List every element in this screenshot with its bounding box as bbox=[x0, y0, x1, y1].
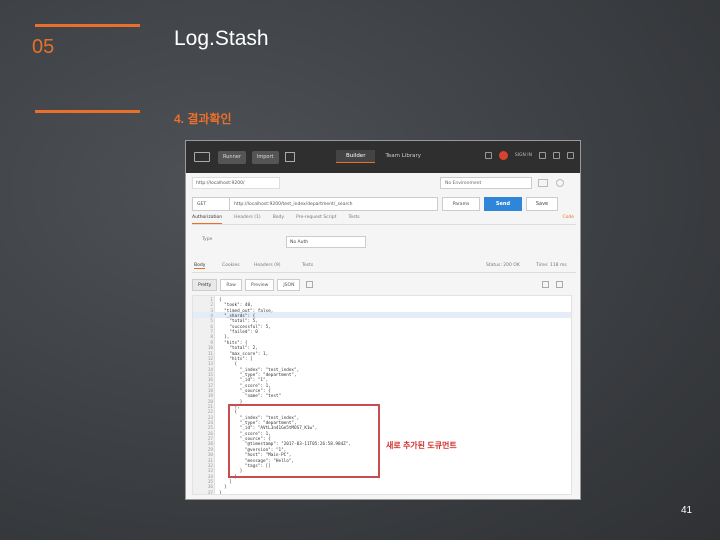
raw-button[interactable]: Raw bbox=[220, 279, 242, 291]
line-number: 10 bbox=[207, 346, 213, 352]
code-line: "_index": "test_index", bbox=[219, 367, 300, 373]
copy-icon[interactable] bbox=[542, 281, 549, 288]
sync-status-icon[interactable] bbox=[498, 151, 508, 160]
heart-icon[interactable] bbox=[567, 152, 574, 159]
code-line: "max_score": 1, bbox=[219, 351, 269, 357]
tab-tests[interactable]: Tests bbox=[348, 215, 359, 224]
line-number: 37 bbox=[207, 490, 213, 495]
pretty-button[interactable]: Pretty bbox=[192, 279, 218, 291]
line-number: 16 bbox=[207, 378, 213, 384]
params-button[interactable]: Params bbox=[442, 197, 480, 211]
line-number: 3 bbox=[210, 308, 213, 314]
code-line: "took": 48, bbox=[219, 303, 253, 309]
line-number: 6 bbox=[210, 324, 213, 330]
code-line: } bbox=[219, 485, 227, 491]
request-row: GET http://localhost:9200/test_index/dep… bbox=[192, 197, 576, 211]
method-select[interactable]: GET bbox=[192, 197, 230, 211]
search-icon[interactable] bbox=[556, 281, 563, 288]
line-number: 22 bbox=[207, 410, 213, 416]
line-number: 28 bbox=[207, 442, 213, 448]
request-tabs: Authorization Headers (1) Body Pre-reque… bbox=[192, 215, 576, 225]
response-tab-cookies[interactable]: Cookies bbox=[222, 263, 240, 268]
auth-type-label: Type bbox=[202, 237, 213, 242]
environment-gear-icon[interactable] bbox=[556, 179, 564, 187]
settings-icon[interactable] bbox=[539, 152, 546, 159]
tab-team-library[interactable]: Team Library bbox=[375, 150, 431, 163]
line-number: 20 bbox=[207, 399, 213, 405]
line-number: 34 bbox=[207, 474, 213, 480]
tab-authorization[interactable]: Authorization bbox=[192, 215, 223, 224]
response-tab-headers[interactable]: Headers (9) bbox=[254, 263, 281, 268]
line-number: 14 bbox=[207, 367, 213, 373]
new-tab-icon[interactable] bbox=[284, 152, 295, 162]
mid-accent-line bbox=[35, 110, 140, 113]
line-number: 13 bbox=[207, 362, 213, 368]
code-line: { bbox=[219, 362, 238, 368]
line-number: 5 bbox=[210, 319, 213, 325]
line-number: 11 bbox=[207, 351, 213, 357]
runner-button[interactable]: Runner bbox=[218, 150, 246, 164]
send-button[interactable]: Send bbox=[484, 197, 522, 211]
code-link[interactable]: Code bbox=[562, 215, 574, 220]
tab-pre-request-script[interactable]: Pre-request Script bbox=[296, 215, 336, 224]
response-tabs: Body Cookies Headers (9) Tests Status: 2… bbox=[192, 263, 576, 273]
tab-builder[interactable]: Builder bbox=[336, 150, 376, 163]
app-toolbar: Runner Import Builder Team Library SIGN … bbox=[186, 141, 580, 173]
code-line: "total": 2, bbox=[219, 346, 258, 352]
view-switcher: Builder Team Library bbox=[336, 150, 431, 163]
response-status: Status: 200 OK bbox=[486, 263, 520, 268]
line-number: 19 bbox=[207, 394, 213, 400]
slide-title: Log.Stash bbox=[174, 27, 269, 50]
preview-button[interactable]: Preview bbox=[244, 279, 275, 291]
code-line: "_score": 1, bbox=[219, 383, 271, 389]
line-number: 25 bbox=[207, 426, 213, 432]
code-line: } bbox=[219, 490, 222, 495]
line-number: 2 bbox=[210, 303, 213, 309]
notifications-icon[interactable] bbox=[553, 152, 560, 159]
annotation-label: 새로 추가된 도큐먼트 bbox=[386, 441, 457, 450]
code-line: "successful": 5, bbox=[219, 324, 271, 330]
top-accent-line bbox=[35, 24, 140, 27]
line-number: 26 bbox=[207, 431, 213, 437]
response-tab-body[interactable]: Body bbox=[194, 263, 206, 269]
code-line: "total": 5, bbox=[219, 319, 258, 325]
auth-type-select[interactable]: No Auth bbox=[286, 236, 366, 248]
toolbar-right: SIGN IN bbox=[484, 151, 574, 160]
code-line: }, bbox=[219, 335, 230, 341]
line-number: 30 bbox=[207, 453, 213, 459]
sidebar-toggle-icon[interactable] bbox=[194, 152, 210, 162]
slide-subtitle: 4. 결과확인 bbox=[174, 112, 232, 126]
url-input[interactable]: http://localhost:9200/test_index/departm… bbox=[230, 197, 438, 211]
line-number: 31 bbox=[207, 458, 213, 464]
highlight-box bbox=[228, 404, 380, 478]
json-select[interactable]: JSON bbox=[277, 279, 301, 291]
page-number: 41 bbox=[681, 505, 693, 516]
import-button[interactable]: Import bbox=[251, 150, 279, 164]
slide-section-number: 05 bbox=[32, 36, 55, 58]
format-toolbar: Pretty Raw Preview JSON bbox=[192, 279, 301, 291]
response-tab-tests[interactable]: Tests bbox=[302, 263, 313, 268]
code-line: "name": "test" bbox=[219, 394, 282, 400]
code-line: "timed_out": false, bbox=[219, 308, 274, 314]
line-number: 36 bbox=[207, 485, 213, 491]
environment-eye-icon[interactable] bbox=[538, 179, 548, 187]
wrap-icon[interactable] bbox=[306, 281, 313, 288]
sync-icon[interactable] bbox=[484, 152, 492, 159]
response-time: Time: 118 ms bbox=[536, 263, 567, 268]
code-line: "_id": "1", bbox=[219, 378, 269, 384]
save-button[interactable]: Save bbox=[526, 197, 558, 211]
line-number: 23 bbox=[207, 415, 213, 421]
line-number: 17 bbox=[207, 383, 213, 389]
request-tab[interactable]: http://localhost:9200/ bbox=[192, 177, 280, 189]
environment-select[interactable]: No Environment bbox=[440, 177, 532, 189]
sign-in-link[interactable]: SIGN IN bbox=[515, 153, 532, 158]
line-number: 33 bbox=[207, 469, 213, 475]
tab-body[interactable]: Body bbox=[273, 215, 284, 224]
tab-headers[interactable]: Headers (1) bbox=[234, 215, 261, 224]
line-number: 8 bbox=[210, 335, 213, 341]
